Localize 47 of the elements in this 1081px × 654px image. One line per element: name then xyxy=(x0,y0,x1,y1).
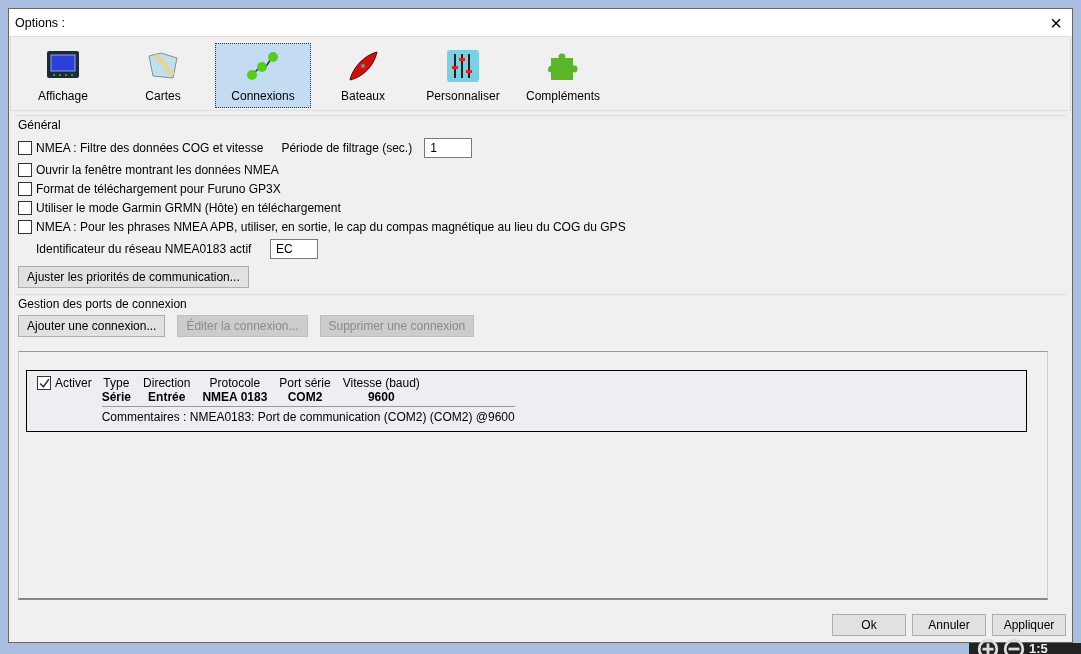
toolbar-tab[interactable]: Connexions xyxy=(215,43,311,108)
checkbox[interactable] xyxy=(18,200,32,215)
input-field[interactable]: EC xyxy=(270,239,318,259)
checkbox-label: Utiliser le mode Garmin GRMN (Hôte) en téléchargement xyxy=(36,200,341,215)
connection-button[interactable]: Ajouter une connexion... xyxy=(18,315,166,337)
column-value: Série xyxy=(101,390,132,404)
checkbox[interactable] xyxy=(18,141,32,155)
column-header: Direction xyxy=(143,376,191,390)
toolbar-tab[interactable]: Bateaux xyxy=(315,43,411,108)
column-header: Vitesse (baud) xyxy=(342,376,420,390)
connection-entry[interactable]: Activer Type Série Direction Entrée Protocole NMEA 0183 Port série COM2 Vitesse (baud) 9600 Commentaires : NMEA0183: Port de communication (COM2) (COM2) @9600 xyxy=(26,370,1027,432)
close-button[interactable]: × xyxy=(1046,12,1066,33)
checkbox-label: NMEA : Filtre des données COG et vitesse xyxy=(36,141,264,155)
column-header: Port série xyxy=(279,376,331,390)
dialog-button[interactable]: Annuler xyxy=(912,614,986,636)
field-label: Période de filtrage (sec.) xyxy=(281,141,413,155)
column-value: NMEA 0183 xyxy=(202,390,268,404)
input-field[interactable]: 1 xyxy=(424,138,473,158)
column-value: COM2 xyxy=(287,390,323,404)
section-title: Gestion des ports de connexion xyxy=(18,297,188,311)
toolbar-tab[interactable]: Personnaliser xyxy=(415,43,511,108)
window-title: Options : xyxy=(15,15,66,30)
field-label: Identificateur du réseau NMEA0183 actif xyxy=(36,242,253,256)
checkbox-label: Format de téléchargement pour Furuno GP3X xyxy=(36,181,281,196)
checkbox-label: NMEA : Pour les phrases NMEA APB, utiliser, en sortie, le cap du compas magnétique au lieu du COG du GPS xyxy=(36,219,626,234)
checkbox[interactable] xyxy=(18,181,32,196)
zoom-in-icon[interactable] xyxy=(977,637,999,654)
zoom-out-icon[interactable] xyxy=(1003,637,1025,654)
column-value: 9600 xyxy=(367,390,395,404)
section-title: Général xyxy=(18,118,62,132)
priorities-button[interactable]: Ajuster les priorités de communication... xyxy=(18,266,249,288)
dialog-button[interactable]: Ok xyxy=(832,614,906,636)
checkbox-label: Ouvrir la fenêtre montrant les données NMEA xyxy=(36,162,279,177)
checkbox-label: Activer xyxy=(55,376,92,390)
checkbox[interactable] xyxy=(37,376,51,390)
connection-comment: Commentaires : NMEA0183: Port de communication (COM2) (COM2) @9600 xyxy=(101,410,515,424)
scale-text: 1:5 xyxy=(1029,640,1049,654)
toolbar-tab[interactable]: Affichage xyxy=(15,43,111,108)
column-header: Protocole xyxy=(209,376,261,390)
column-value: Entrée xyxy=(148,390,186,404)
checkbox[interactable] xyxy=(18,219,32,234)
toolbar-tab[interactable]: Cartes xyxy=(115,43,211,108)
column-header: Type xyxy=(103,376,130,390)
checkbox[interactable] xyxy=(18,162,32,177)
sliders-icon xyxy=(445,48,481,84)
toolbar-tab[interactable]: Compléments xyxy=(515,43,611,108)
dialog-button[interactable]: Appliquer xyxy=(992,614,1066,636)
